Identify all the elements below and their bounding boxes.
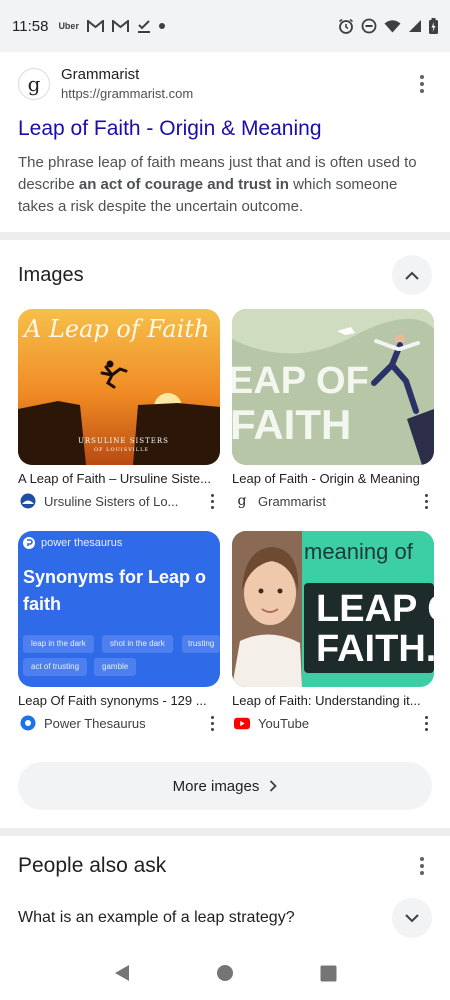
image-thumbnail[interactable]: A Leap of Faith URSULINE SISTERS OF LOUI… (18, 309, 220, 465)
result-source-row[interactable]: g Grammarist https://grammarist.com (18, 66, 432, 102)
result-snippet: The phrase leap of faith means just that… (18, 152, 432, 218)
thumbnail-chip: shot in the dark (102, 635, 173, 653)
dot-icon (158, 23, 165, 29)
chevron-right-icon (269, 780, 278, 792)
image-card-source-name: Grammarist (258, 493, 326, 509)
power-thesaurus-logo-icon (23, 537, 35, 549)
do-not-disturb-icon (361, 18, 377, 34)
thumbnail-text: A Leap of Faith (24, 315, 210, 343)
section-divider (0, 232, 450, 240)
thumbnail-heading-1: Synonyms for Leap o (23, 567, 207, 587)
image-thumbnail[interactable]: meaning of LEAP O FAITH. (232, 531, 434, 687)
power-thesaurus-icon (20, 715, 36, 731)
image-card-more-icon[interactable] (418, 491, 434, 511)
image-card[interactable]: power thesaurus Synonyms for Leap o fait… (18, 531, 220, 733)
grammarist-g-icon: g (237, 493, 247, 509)
youtube-icon (234, 715, 250, 731)
thumbnail-chip: gamble (94, 658, 137, 676)
paa-title: People also ask (18, 854, 167, 877)
images-header: Images (18, 254, 432, 296)
snippet-bold: an act of courage and trust in (78, 176, 289, 193)
thumbnail-text-big-1: LEAP O (316, 588, 434, 630)
battery-icon (429, 18, 438, 34)
recents-button[interactable] (308, 953, 348, 993)
thumbnail-brand: power thesaurus (23, 537, 122, 549)
grammarist-favicon: g (18, 68, 50, 100)
alarm-icon (338, 18, 354, 34)
thumbnail-brand-text: power thesaurus (41, 537, 123, 549)
search-result: g Grammarist https://grammarist.com Leap… (0, 52, 450, 232)
gmail-icon (86, 19, 104, 33)
back-triangle-icon (114, 965, 129, 981)
thumbnail-text-small: meaning of (304, 539, 413, 564)
image-card-title[interactable]: Leap Of Faith synonyms - 129 ... (18, 693, 220, 708)
result-title-link[interactable]: Leap of Faith - Origin & Meaning (18, 116, 432, 142)
thumbnail-caption-2: OF LOUISVILLE (94, 447, 150, 453)
wifi-icon (384, 19, 401, 33)
ursuline-logo-icon (20, 493, 36, 509)
result-more-options-icon[interactable] (412, 72, 432, 96)
collapse-images-button[interactable] (392, 255, 432, 295)
image-card-source-name: Power Thesaurus (44, 715, 146, 731)
image-card[interactable]: meaning of LEAP O FAITH. Leap of Faith: … (232, 531, 434, 733)
result-site-url: https://grammarist.com (61, 86, 194, 101)
system-icons (338, 18, 438, 34)
paa-more-options-icon[interactable] (412, 854, 432, 878)
gmail-icon (111, 19, 129, 33)
chevron-down-icon (405, 913, 419, 922)
result-source: Grammarist https://grammarist.com (61, 66, 193, 102)
notification-icons: Uber (58, 19, 165, 33)
task-done-icon (137, 19, 151, 33)
image-card-title[interactable]: Leap of Faith: Understanding it... (232, 693, 434, 708)
image-card-more-icon[interactable] (418, 713, 434, 733)
image-card-title[interactable]: Leap of Faith - Origin & Meaning (232, 471, 434, 486)
image-card[interactable]: EAP OF FAITH Leap of Faith - Origin & Me… (232, 309, 434, 511)
paa-header: People also ask (18, 848, 432, 884)
image-card-more-icon[interactable] (204, 491, 220, 511)
thumbnail-chip: trusting (182, 635, 220, 653)
image-card-more-icon[interactable] (204, 713, 220, 733)
thumbnail-heading-2: faith (23, 594, 61, 614)
images-section-title: Images (18, 263, 84, 286)
result-site-name: Grammarist (61, 66, 140, 83)
image-card-source: Ursuline Sisters of Lo... (18, 491, 220, 511)
signal-icon (408, 19, 422, 33)
image-card-source: g Grammarist (232, 491, 434, 511)
section-divider (0, 828, 450, 836)
paa-question[interactable]: What is an example of a leap strategy? (18, 898, 432, 938)
images-section: Images A Leap of Faith URSULINE SISTERS … (0, 240, 450, 820)
thumbnail-text-line-1: EAP OF (232, 360, 369, 402)
uber-icon: Uber (58, 21, 79, 31)
more-images-button[interactable]: More images (18, 762, 432, 810)
paa-question-text: What is an example of a leap strategy? (18, 909, 295, 926)
recents-square-icon (320, 965, 337, 981)
image-card-source: Power Thesaurus (18, 713, 220, 733)
thumbnail-chip: act of trusting (23, 658, 88, 676)
expand-question-button[interactable] (392, 898, 432, 938)
people-also-ask-section: People also ask What is an example of a … (0, 836, 450, 946)
chevron-up-icon (405, 271, 419, 280)
image-card-source-name: Ursuline Sisters of Lo... (44, 493, 179, 509)
home-button[interactable] (205, 953, 245, 993)
image-card-source-name: YouTube (258, 715, 310, 731)
image-thumbnail[interactable]: EAP OF FAITH (232, 309, 434, 465)
image-card[interactable]: A Leap of Faith URSULINE SISTERS OF LOUI… (18, 309, 220, 511)
image-thumbnail[interactable]: power thesaurus Synonyms for Leap o fait… (18, 531, 220, 687)
status-bar: 11:58 Uber (0, 0, 450, 52)
system-navigation-bar (0, 946, 450, 1000)
image-card-title[interactable]: A Leap of Faith – Ursuline Siste... (18, 471, 220, 486)
more-images-label: More images (172, 777, 260, 795)
back-button[interactable] (102, 953, 142, 993)
thumbnail-chip: leap in the dark (23, 635, 94, 653)
status-time: 11:58 (12, 17, 49, 35)
thumbnail-text-line-2: FAITH (232, 401, 352, 448)
thumbnail-caption: URSULINE SISTERS (78, 437, 169, 445)
home-circle-icon (216, 965, 233, 981)
thumbnail-text-big-2: FAITH. (316, 628, 434, 670)
image-card-source: YouTube (232, 713, 434, 733)
